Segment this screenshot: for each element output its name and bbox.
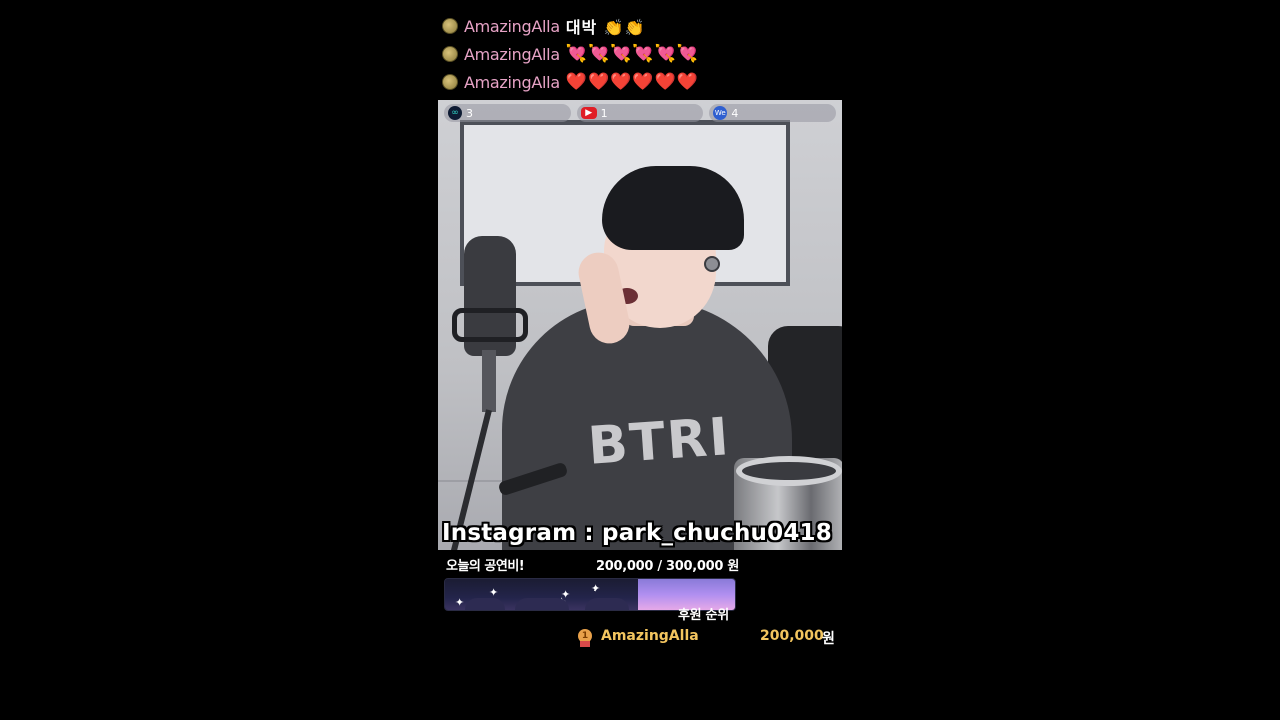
cloud-decoration — [465, 598, 505, 610]
viewer-count: 4 — [731, 106, 739, 120]
earbud — [704, 256, 720, 272]
goal-progress-remaining: ✦ ✦ · ✦ · ✦ ✦ — [445, 579, 639, 610]
chat-message-text: 대박 👏👏 — [565, 18, 646, 37]
viewer-stats-bar: ∞ 3 ▶ 1 We 4 — [444, 104, 837, 122]
star-icon: ✦ — [591, 582, 601, 595]
we-icon: We — [713, 106, 728, 120]
avatar-icon — [442, 46, 458, 62]
chat-overlay: AmazingAlla 대박 👏👏 AmazingAlla 💘💘💘💘💘💘 Ama… — [442, 12, 842, 96]
cloud-decoration — [515, 598, 569, 610]
tumbler-rim — [736, 456, 842, 486]
star-icon: ✦ — [455, 596, 465, 609]
ranking-unit: 원 — [822, 631, 835, 647]
chat-message-text: 💘💘💘💘💘💘 — [565, 44, 699, 64]
goal-amount: 200,000 / 300,000 원 — [596, 559, 740, 574]
chat-username: AmazingAlla — [464, 44, 560, 64]
avatar-icon — [442, 18, 458, 34]
microphone-stem — [482, 350, 496, 412]
youtube-icon: ▶ — [580, 107, 597, 119]
viewer-stat-we: We 4 — [709, 104, 837, 122]
sweater-print: BTRI — [586, 407, 733, 477]
viewer-stat-chzzk: ∞ 3 — [444, 104, 571, 122]
ranking-title: 후원 순위 — [678, 608, 729, 623]
ranking-value: 200,000 — [760, 628, 824, 644]
chat-username: AmazingAlla — [464, 16, 560, 36]
microphone-shock-mount — [452, 308, 528, 342]
viewer-stat-youtube: ▶ 1 — [576, 104, 704, 122]
chzzk-icon: ∞ — [448, 106, 462, 120]
chat-message-text: ❤️❤️❤️❤️❤️❤️ — [565, 72, 699, 92]
chat-message: AmazingAlla ❤️❤️❤️❤️❤️❤️ — [442, 68, 842, 96]
viewer-count: 3 — [466, 106, 473, 120]
avatar-icon — [442, 74, 458, 90]
stream-video[interactable]: BTRI ∞ 3 ▶ 1 We 4 — [438, 100, 842, 550]
goal-label: 오늘의 공연비! — [446, 559, 525, 574]
chat-message: AmazingAlla 대박 👏👏 — [442, 12, 842, 40]
star-icon: ✦ — [489, 586, 499, 599]
chat-message: AmazingAlla 💘💘💘💘💘💘 — [442, 40, 842, 68]
ranking-name: AmazingAlla — [601, 628, 699, 644]
cloud-decoration — [585, 598, 629, 610]
instagram-caption: Instagram : park_chuchu0418 — [442, 520, 832, 546]
chat-username: AmazingAlla — [464, 72, 560, 92]
viewer-count: 1 — [600, 106, 608, 120]
streamer-hair — [602, 166, 744, 250]
medal-ribbon-icon — [580, 641, 590, 647]
